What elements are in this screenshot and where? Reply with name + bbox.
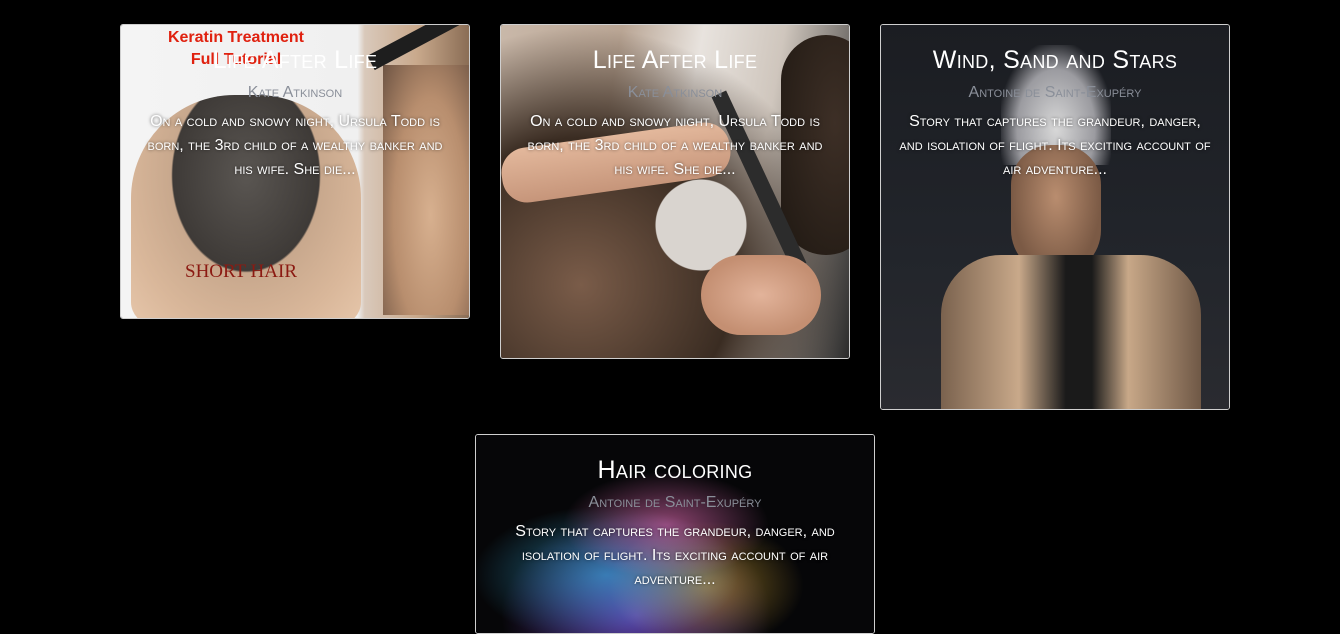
card-content: Wind, Sand and Stars Antoine de Saint-Ex… [881,25,1229,182]
card-title[interactable]: Hair coloring [494,456,856,484]
image-caption: SHORT HAIR [185,261,297,282]
card-content: Life After Life Kate Atkinson On a cold … [121,25,469,182]
card-description: On a cold and snowy night, Ursula Todd i… [147,113,443,178]
card-author: Antoine de Saint-Exupéry [588,494,762,511]
card-content: Hair coloring Antoine de Saint-Exupéry S… [476,435,874,592]
card-content: Life After Life Kate Atkinson On a cold … [501,25,849,182]
card-title[interactable]: Life After Life [519,46,831,74]
book-card-4[interactable]: Hair coloring Antoine de Saint-Exupéry S… [475,434,875,634]
jacket-image [941,255,1201,409]
book-card-3[interactable]: Wind, Sand and Stars Antoine de Saint-Ex… [880,24,1230,410]
book-card-1[interactable]: Keratin Treatment Full Tutorial SHORT HA… [120,24,470,319]
card-title[interactable]: Life After Life [139,46,451,74]
card-title[interactable]: Wind, Sand and Stars [899,46,1211,74]
card-author: Kate Atkinson [627,84,723,101]
card-author: Kate Atkinson [247,84,343,101]
card-author: Antoine de Saint-Exupéry [968,84,1142,101]
card-description: On a cold and snowy night, Ursula Todd i… [527,113,823,178]
hand-image [701,255,821,335]
card-description: Story that captures the grandeur, danger… [515,523,835,588]
book-card-2[interactable]: Life After Life Kate Atkinson On a cold … [500,24,850,359]
card-description: Story that captures the grandeur, danger… [899,113,1211,178]
